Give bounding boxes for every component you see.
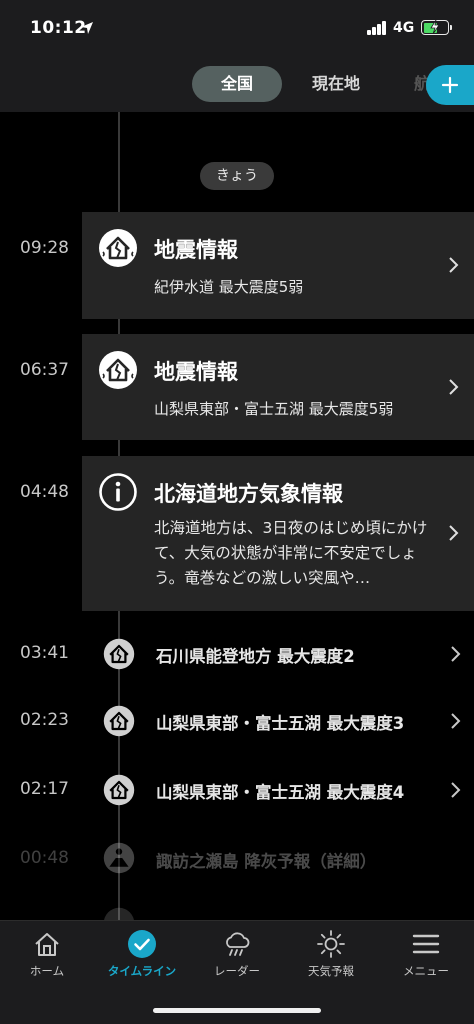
chevron-right-icon [451,782,461,798]
entry-time: 06:37 [20,360,69,380]
chevron-right-icon [449,379,459,395]
battery-icon [421,20,452,35]
card-title: 地震情報 [154,360,238,384]
entry-time: 03:41 [20,643,69,663]
entry-time: 04:48 [20,482,69,502]
earthquake-house-icon [103,774,135,806]
nav-label: ホーム [29,964,65,978]
nav-forecast[interactable]: 天気予報 [284,929,378,979]
home-indicator [153,1008,321,1013]
tab-genzaichi[interactable]: 現在地 [294,66,378,102]
timeline[interactable]: きょう 09:28 地震情報 紀伊水道 最大震度5弱 06:37 地震情報 山梨… [0,112,474,920]
info-icon [99,473,137,511]
card-subtitle: 紀伊水道 最大震度5弱 [154,278,304,296]
chevron-right-icon [449,525,459,541]
nav-label: レーダー [214,964,260,978]
entry-time: 09:28 [20,238,69,258]
nav-home[interactable]: ホーム [0,929,94,979]
nav-label: タイムライン [107,964,177,978]
earthquake-card[interactable]: 地震情報 紀伊水道 最大震度5弱 [82,212,474,319]
status-bar: 10:12 4G [0,0,474,56]
nav-label: メニュー [403,964,449,978]
weather-info-card[interactable]: 北海道地方気象情報 北海道地方は、3日夜のはじめ頃にかけて、大気の状態が非常に不… [82,456,474,611]
plus-icon [441,76,459,94]
nav-label: 天気予報 [308,964,354,978]
chevron-right-icon [449,257,459,273]
card-body: 北海道地方は、3日夜のはじめ頃にかけて、大気の状態が非常に不安定でしょう。竜巻な… [154,519,428,587]
menu-icon [412,934,440,954]
card-title: 北海道地方気象情報 [154,482,343,506]
location-arrow-icon [81,22,93,34]
earthquake-house-icon [103,638,135,670]
list-item-text[interactable]: 石川県能登地方 最大震度2 [156,643,355,667]
entry-time: 02:17 [20,779,69,799]
card-subtitle: 山梨県東部・富士五湖 最大震度5弱 [154,400,394,418]
earthquake-house-icon [103,705,135,737]
chevron-right-icon [451,646,461,662]
list-item-text[interactable]: 山梨県東部・富士五湖 最大震度3 [156,710,404,734]
rain-cloud-icon [226,932,250,956]
signal-icon [367,21,387,35]
status-time: 10:12 [30,18,87,38]
region-tabs: 全国 現在地 航 [0,56,474,112]
partial-row-icon [104,907,134,920]
day-label: きょう [200,162,274,190]
nav-menu[interactable]: メニュー [379,929,473,979]
card-title: 地震情報 [154,238,238,262]
earthquake-house-icon [99,351,137,389]
network-label: 4G [393,20,415,36]
list-item-text[interactable]: 山梨県東部・富士五湖 最大震度4 [156,779,404,803]
list-item-text[interactable]: 諏訪之瀬島 降灰予報（詳細） [156,848,376,872]
tab-zenkoku[interactable]: 全国 [192,66,282,102]
earthquake-house-icon [99,229,137,267]
sun-icon [317,930,345,958]
check-circle-icon [128,930,156,958]
home-icon [35,933,59,956]
volcano-icon [103,842,135,874]
nav-radar[interactable]: レーダー [190,929,284,979]
nav-timeline[interactable]: タイムライン [95,929,189,979]
entry-time: 02:23 [20,710,69,730]
chevron-right-icon [451,713,461,729]
earthquake-card[interactable]: 地震情報 山梨県東部・富士五湖 最大震度5弱 [82,334,474,440]
entry-time: 00:48 [20,848,69,868]
add-location-button[interactable] [426,65,474,105]
